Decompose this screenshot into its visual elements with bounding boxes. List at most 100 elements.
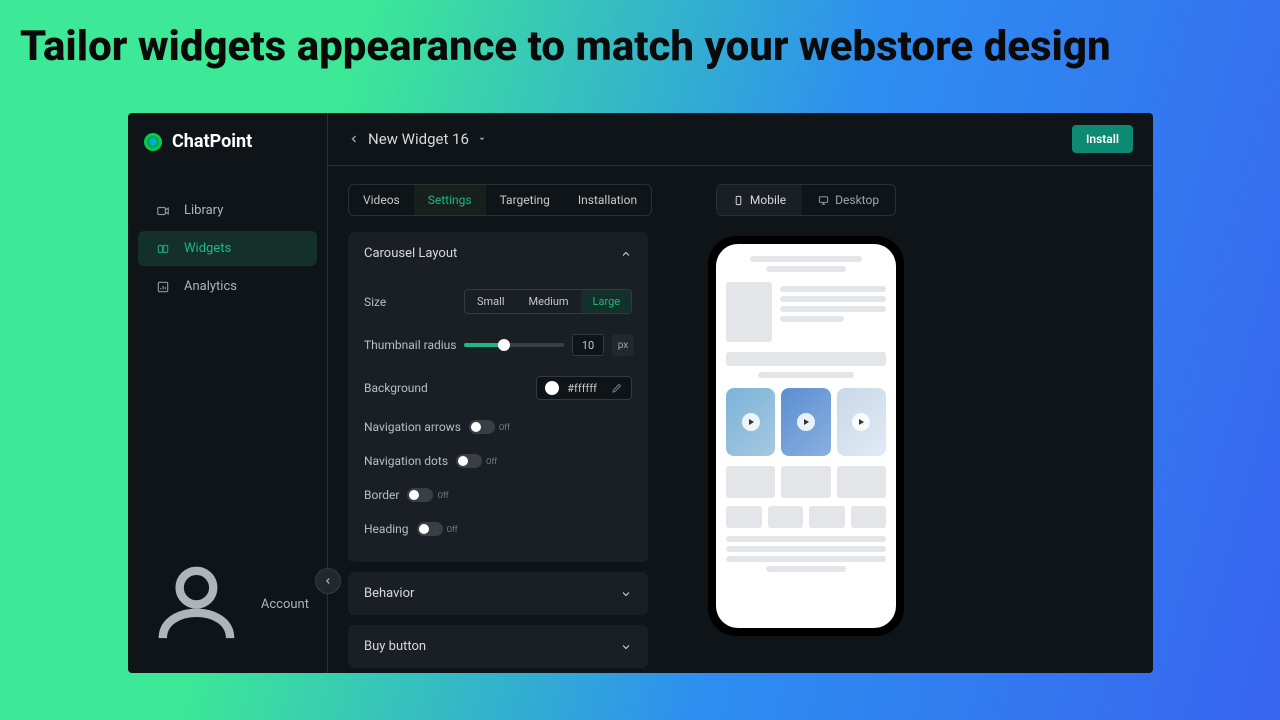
settings-column: Videos Settings Targeting Installation C… — [348, 184, 648, 678]
tab-settings[interactable]: Settings — [414, 185, 486, 215]
skeleton-line — [726, 536, 886, 542]
preview-tab-mobile[interactable]: Mobile — [717, 185, 802, 215]
nav-dots-toggle[interactable] — [456, 454, 482, 468]
row-label: Background — [364, 381, 464, 395]
row-radius: Thumbnail radius px — [364, 324, 632, 366]
play-icon — [852, 413, 870, 431]
skeleton-line — [780, 286, 886, 292]
row-label: Size — [364, 295, 464, 309]
chevron-down-icon — [620, 641, 632, 653]
sidebar-item-widgets[interactable]: Widgets — [138, 231, 317, 266]
skeleton-line — [766, 266, 846, 272]
breadcrumb[interactable]: New Widget 16 — [348, 130, 487, 148]
skeleton-line — [780, 316, 844, 322]
tab-targeting[interactable]: Targeting — [486, 185, 564, 215]
account-link[interactable]: Account — [128, 536, 327, 673]
row-border: Border Off — [364, 478, 632, 512]
sidebar: ChatPoint Library Widgets Analytics Acco… — [128, 113, 328, 673]
background-color-picker[interactable]: #ffffff — [536, 376, 632, 400]
install-button[interactable]: Install — [1072, 125, 1133, 153]
radius-input[interactable] — [572, 334, 604, 356]
main: New Widget 16 Install Videos Settings Ta… — [328, 113, 1153, 673]
heading-toggle[interactable] — [417, 522, 443, 536]
panel-body: Size Small Medium Large Thumbnail radius — [348, 275, 648, 562]
panel-title: Buy button — [364, 639, 426, 654]
size-small[interactable]: Small — [465, 290, 517, 313]
page-title: New Widget 16 — [368, 130, 469, 148]
border-toggle[interactable] — [407, 488, 433, 502]
skeleton-block — [768, 506, 804, 528]
logo-mark-icon — [144, 133, 162, 151]
skeleton-line — [780, 296, 886, 302]
topbar: New Widget 16 Install — [328, 113, 1153, 166]
skeleton-block — [837, 466, 886, 498]
panel-header[interactable]: Carousel Layout — [348, 232, 648, 275]
color-swatch — [545, 381, 559, 395]
skeleton-line — [758, 372, 854, 378]
nav-arrows-toggle[interactable] — [469, 420, 495, 434]
skeleton-block — [851, 506, 887, 528]
toggle-state: Off — [437, 491, 448, 500]
sidebar-item-analytics[interactable]: Analytics — [138, 269, 317, 304]
sidebar-item-label: Analytics — [184, 279, 237, 294]
pencil-icon[interactable] — [611, 382, 623, 394]
toggle-state: Off — [447, 525, 458, 534]
skeleton-line — [750, 256, 862, 262]
skeleton-block — [726, 506, 762, 528]
user-icon — [146, 554, 247, 655]
panel-carousel-layout: Carousel Layout Size Small Medium Large — [348, 232, 648, 562]
row-heading: Heading Off — [364, 512, 632, 546]
logo: ChatPoint — [128, 113, 327, 170]
radius-slider[interactable] — [464, 343, 564, 347]
toggle-state: Off — [499, 423, 510, 432]
preview-tabs: Mobile Desktop — [716, 184, 896, 216]
app-window: ChatPoint Library Widgets Analytics Acco… — [128, 113, 1153, 673]
tab-label: Desktop — [835, 193, 879, 207]
chevron-down-icon — [620, 588, 632, 600]
tab-installation[interactable]: Installation — [564, 185, 651, 215]
brand-name: ChatPoint — [172, 131, 252, 152]
toggle-state: Off — [486, 457, 497, 466]
phone-screen — [716, 244, 896, 628]
widgets-icon — [156, 242, 170, 256]
skeleton-image — [726, 282, 772, 342]
panel-header[interactable]: Behavior — [348, 572, 648, 615]
row-label: Navigation dots — [364, 454, 448, 468]
row-background: Background #ffffff — [364, 366, 632, 410]
carousel-preview — [726, 388, 886, 456]
play-icon — [742, 413, 760, 431]
sidebar-item-library[interactable]: Library — [138, 193, 317, 228]
sidebar-item-label: Widgets — [184, 241, 231, 256]
row-label: Navigation arrows — [364, 420, 461, 434]
caret-down-icon — [477, 134, 487, 144]
slider-thumb[interactable] — [498, 339, 510, 351]
size-medium[interactable]: Medium — [517, 290, 581, 313]
preview-tab-desktop[interactable]: Desktop — [802, 185, 895, 215]
row-size: Size Small Medium Large — [364, 279, 632, 324]
unit-label: px — [612, 334, 634, 356]
camera-icon — [156, 204, 170, 218]
carousel-item — [726, 388, 775, 456]
analytics-icon — [156, 280, 170, 294]
tab-label: Mobile — [750, 193, 786, 207]
panel-buy-button: Buy button — [348, 625, 648, 668]
sidebar-item-label: Library — [184, 203, 223, 218]
collapse-sidebar-button[interactable] — [315, 568, 341, 594]
skeleton-block — [726, 466, 775, 498]
account-label: Account — [261, 597, 309, 612]
tab-videos[interactable]: Videos — [349, 185, 414, 215]
row-label: Heading — [364, 522, 409, 536]
row-label: Thumbnail radius — [364, 338, 464, 352]
skeleton-block — [781, 466, 830, 498]
row-nav-dots: Navigation dots Off — [364, 444, 632, 478]
phone-frame — [708, 236, 904, 636]
chevron-up-icon — [620, 248, 632, 260]
row-label: Border — [364, 488, 399, 502]
color-hex: #ffffff — [567, 382, 597, 395]
content: Videos Settings Targeting Installation C… — [328, 166, 1153, 696]
desktop-icon — [818, 195, 829, 206]
size-large[interactable]: Large — [581, 290, 632, 313]
skeleton-line — [766, 566, 846, 572]
play-icon — [797, 413, 815, 431]
panel-header[interactable]: Buy button — [348, 625, 648, 668]
